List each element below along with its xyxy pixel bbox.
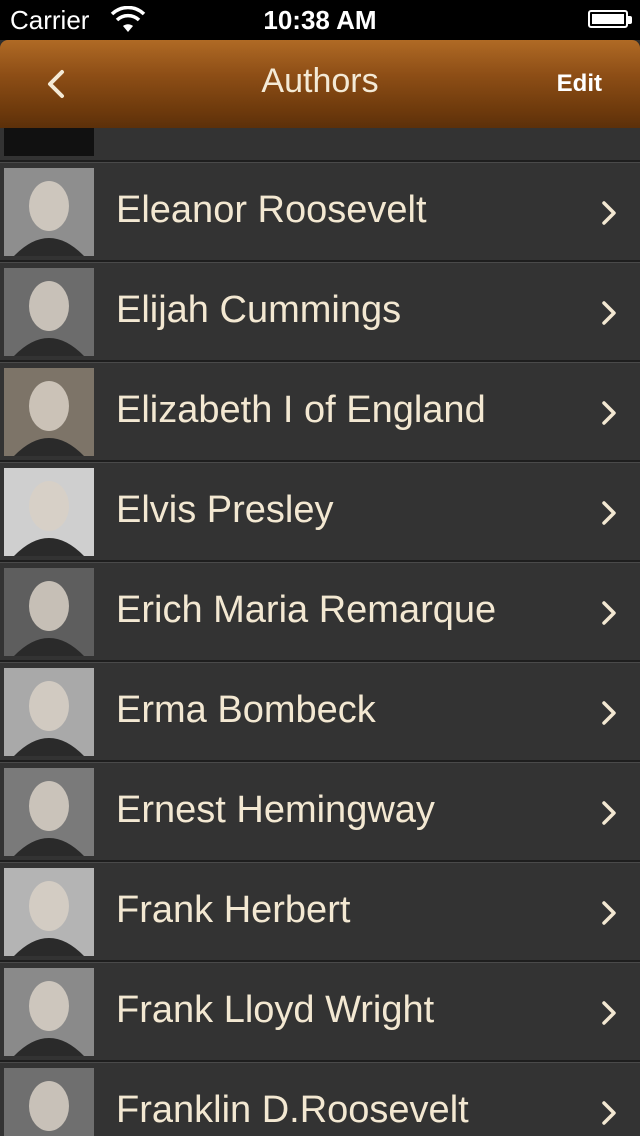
- author-name: Frank Lloyd Wright: [116, 989, 435, 1031]
- author-name: Eleanor Roosevelt: [116, 189, 427, 231]
- author-name: Elijah Cummings: [116, 289, 402, 331]
- chevron-right-icon: [602, 401, 616, 425]
- author-photo: [4, 868, 94, 956]
- battery-icon: [588, 10, 632, 28]
- author-name: Frank Herbert: [116, 889, 351, 931]
- list-item[interactable]: Eleanor Roosevelt: [0, 162, 640, 262]
- author-name: Ernest Hemingway: [116, 789, 435, 831]
- authors-list[interactable]: Eleanor Roosevelt Elijah Cummings Elizabet…: [0, 128, 640, 1136]
- author-photo: [4, 768, 94, 856]
- chevron-right-icon: [602, 201, 616, 225]
- author-photo: [4, 468, 94, 556]
- author-photo: [4, 128, 94, 156]
- list-item[interactable]: [0, 128, 640, 162]
- chevron-right-icon: [602, 501, 616, 525]
- list-item[interactable]: Franklin D.Roosevelt: [0, 1062, 640, 1136]
- list-item[interactable]: Elijah Cummings: [0, 262, 640, 362]
- author-photo: [4, 968, 94, 1056]
- author-photo: [4, 668, 94, 756]
- list-item[interactable]: Ernest Hemingway: [0, 762, 640, 862]
- author-name: Erich Maria Remarque: [116, 589, 497, 631]
- navigation-bar: Authors Edit: [0, 40, 640, 128]
- list-item[interactable]: Elizabeth I of England: [0, 362, 640, 462]
- list-item[interactable]: Frank Herbert: [0, 862, 640, 962]
- author-photo: [4, 568, 94, 656]
- author-photo: [4, 268, 94, 356]
- author-photo: [4, 368, 94, 456]
- list-item[interactable]: Erich Maria Remarque: [0, 562, 640, 662]
- status-bar: Carrier 10:38 AM: [0, 0, 640, 40]
- chevron-right-icon: [602, 301, 616, 325]
- author-name: Erma Bombeck: [116, 689, 376, 731]
- author-photo: [4, 168, 94, 256]
- list-item[interactable]: Elvis Presley: [0, 462, 640, 562]
- page-title: Authors: [261, 62, 379, 100]
- chevron-right-icon: [602, 1001, 616, 1025]
- chevron-right-icon: [602, 601, 616, 625]
- author-name: Franklin D.Roosevelt: [116, 1089, 469, 1131]
- list-item[interactable]: Frank Lloyd Wright: [0, 962, 640, 1062]
- author-name: Elizabeth I of England: [116, 389, 486, 431]
- author-photo: [4, 1068, 94, 1136]
- edit-button[interactable]: Edit: [557, 70, 602, 98]
- clock: 10:38 AM: [263, 5, 377, 35]
- chevron-right-icon: [602, 701, 616, 725]
- chevron-right-icon: [602, 901, 616, 925]
- author-name: Elvis Presley: [116, 489, 334, 531]
- chevron-right-icon: [602, 1101, 616, 1125]
- list-item[interactable]: Erma Bombeck: [0, 662, 640, 762]
- chevron-right-icon: [602, 801, 616, 825]
